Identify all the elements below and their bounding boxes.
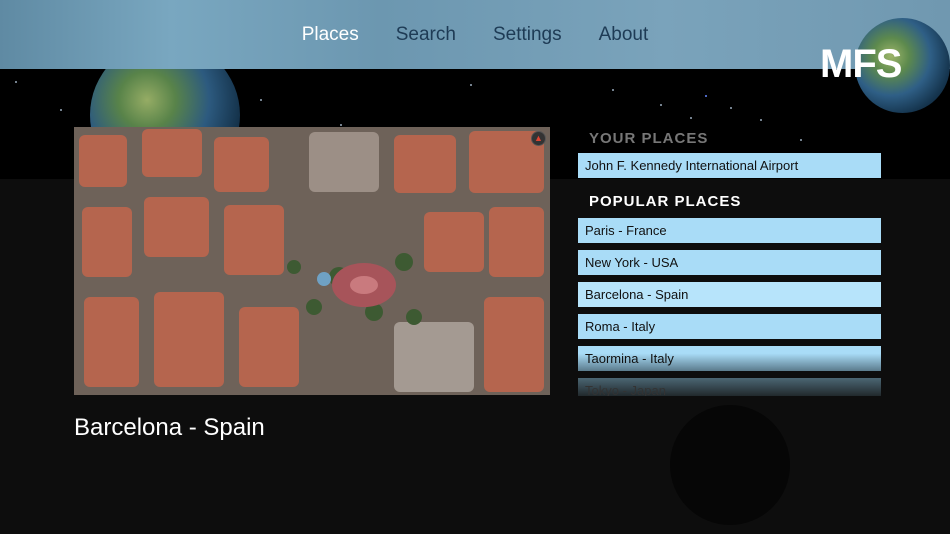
selected-place-title: Barcelona - Spain xyxy=(74,414,265,441)
place-preview-image xyxy=(74,127,550,395)
compass-icon: ▲ xyxy=(531,131,546,146)
list-item[interactable]: Barcelona - Spain xyxy=(578,282,881,307)
popular-places-header: POPULAR PLACES xyxy=(589,193,742,210)
list-item[interactable]: Taormina - Italy xyxy=(578,346,881,371)
list-item[interactable]: New York - USA xyxy=(578,250,881,275)
list-item[interactable]: Roma - Italy xyxy=(578,314,881,339)
decorative-circle xyxy=(670,405,790,525)
tab-settings[interactable]: Settings xyxy=(493,20,562,50)
tab-search[interactable]: Search xyxy=(396,20,456,50)
tab-places[interactable]: Places xyxy=(302,20,359,50)
tab-about[interactable]: About xyxy=(599,20,649,50)
places-list: YOUR PLACES John F. Kennedy Internationa… xyxy=(578,124,882,396)
list-item[interactable]: John F. Kennedy International Airport xyxy=(578,153,881,178)
list-item[interactable]: Paris - France xyxy=(578,218,881,243)
top-navigation-bar: Places Search Settings About xyxy=(0,0,950,69)
your-places-header: YOUR PLACES xyxy=(589,130,709,147)
app-logo: MFS xyxy=(820,42,902,86)
list-item[interactable]: Tokyo - Japan xyxy=(578,378,881,396)
